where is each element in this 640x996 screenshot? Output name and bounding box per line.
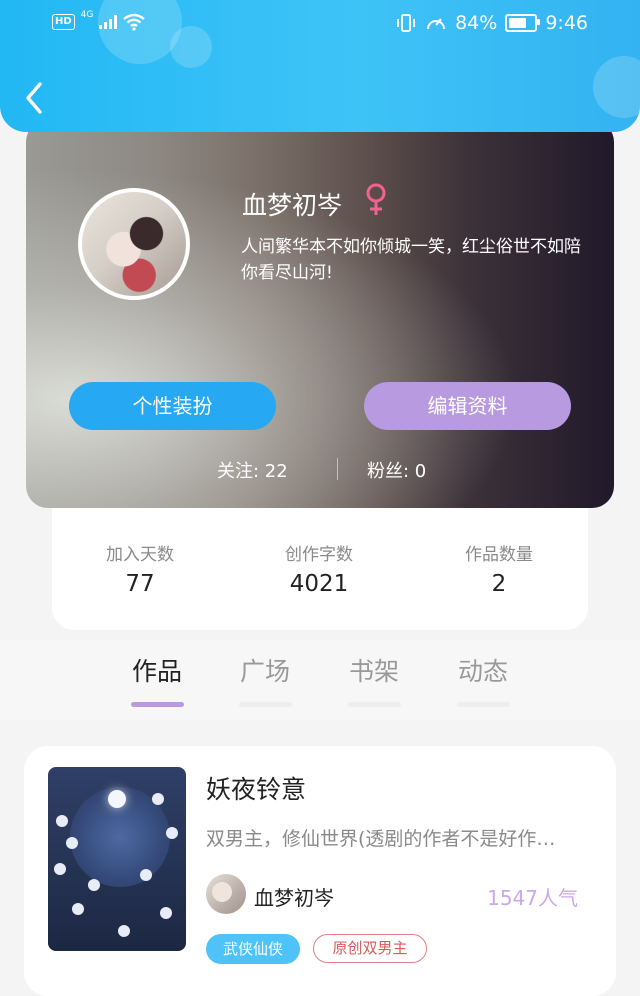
book-cover[interactable] [48, 767, 186, 951]
dress-up-button[interactable]: 个性装扮 [69, 382, 276, 430]
tag-genre[interactable]: 武侠仙侠 [206, 934, 300, 964]
signal-icon [99, 15, 118, 29]
moon [108, 790, 126, 808]
stat-value: 77 [125, 571, 155, 597]
flower [56, 815, 68, 827]
tab-label: 书架 [348, 657, 399, 686]
tab-indicator [456, 702, 510, 707]
stat-label: 作品数量 [465, 545, 533, 565]
speed-icon [427, 18, 446, 30]
tab-label: 作品 [131, 657, 182, 686]
stat-value: 4021 [289, 571, 349, 597]
flower [118, 925, 130, 937]
avatar[interactable] [78, 188, 190, 300]
tab-bookshelf[interactable]: 书架 [329, 652, 419, 707]
stat-join-days: 加入天数 77 [55, 540, 225, 597]
stats-card: 加入天数 77 创作字数 4021 作品数量 2 [52, 496, 588, 630]
battery-percent: 84% [455, 12, 498, 34]
hd-badge: HD [52, 14, 75, 30]
flower [152, 793, 164, 805]
status-bar: HD 4G 84% 9:46 [0, 10, 640, 40]
tab-works[interactable]: 作品 [112, 652, 202, 707]
decor-bubble [593, 56, 640, 118]
wifi-icon [123, 13, 146, 31]
author-name: 血梦初岑 [254, 886, 334, 910]
book-card[interactable]: 妖夜铃意 双男主，修仙世界(透剧的作者不是好作… 血梦初岑 1547人气 武侠仙… [24, 746, 616, 996]
clock: 9:46 [545, 12, 588, 34]
tab-activity[interactable]: 动态 [438, 652, 528, 707]
signature: 人间繁华本不如你倾城一笑，红尘俗世不如陪你看尽山河! [241, 237, 581, 283]
stat-label: 创作字数 [285, 545, 353, 565]
flower [140, 869, 152, 881]
edit-profile-button[interactable]: 编辑资料 [364, 382, 571, 430]
back-button[interactable] [20, 78, 50, 118]
tab-indicator [130, 702, 184, 707]
network-type: 4G [80, 10, 94, 20]
stat-value: 2 [491, 571, 507, 597]
following-count[interactable]: 关注: 22 [217, 457, 288, 483]
stat-works-count: 作品数量 2 [414, 540, 584, 597]
vibrate-icon [397, 14, 416, 32]
female-icon [366, 183, 386, 215]
flower [72, 903, 84, 915]
profile-card: 血梦初岑 人间繁华本不如你倾城一笑，红尘俗世不如陪你看尽山河! 个性装扮 编辑资… [26, 120, 614, 508]
username: 血梦初岑 [242, 191, 343, 220]
tab-square[interactable]: 广场 [220, 652, 310, 707]
fans-count[interactable]: 粉丝: 0 [367, 457, 426, 483]
stat-label: 加入天数 [106, 545, 174, 565]
author-avatar [206, 874, 246, 914]
top-header: HD 4G 84% 9:46 [0, 0, 640, 132]
book-description: 双男主，修仙世界(透剧的作者不是好作… [206, 828, 556, 850]
chevron-left-icon [26, 82, 42, 114]
tab-indicator [347, 702, 401, 707]
flower [66, 837, 78, 849]
stat-word-count: 创作字数 4021 [234, 540, 404, 597]
flower [88, 879, 100, 891]
tag-type[interactable]: 原创双男主 [313, 934, 427, 963]
flower [166, 827, 178, 839]
tab-label: 广场 [239, 657, 290, 686]
popularity: 1547人气 [487, 886, 578, 910]
battery-icon [505, 14, 541, 32]
divider [337, 458, 338, 480]
flower [54, 863, 66, 875]
tab-bar: 作品 广场 书架 动态 [0, 640, 640, 720]
book-title[interactable]: 妖夜铃意 [206, 770, 306, 806]
tab-label: 动态 [457, 657, 508, 686]
tab-indicator [238, 702, 292, 707]
flower [160, 907, 172, 919]
